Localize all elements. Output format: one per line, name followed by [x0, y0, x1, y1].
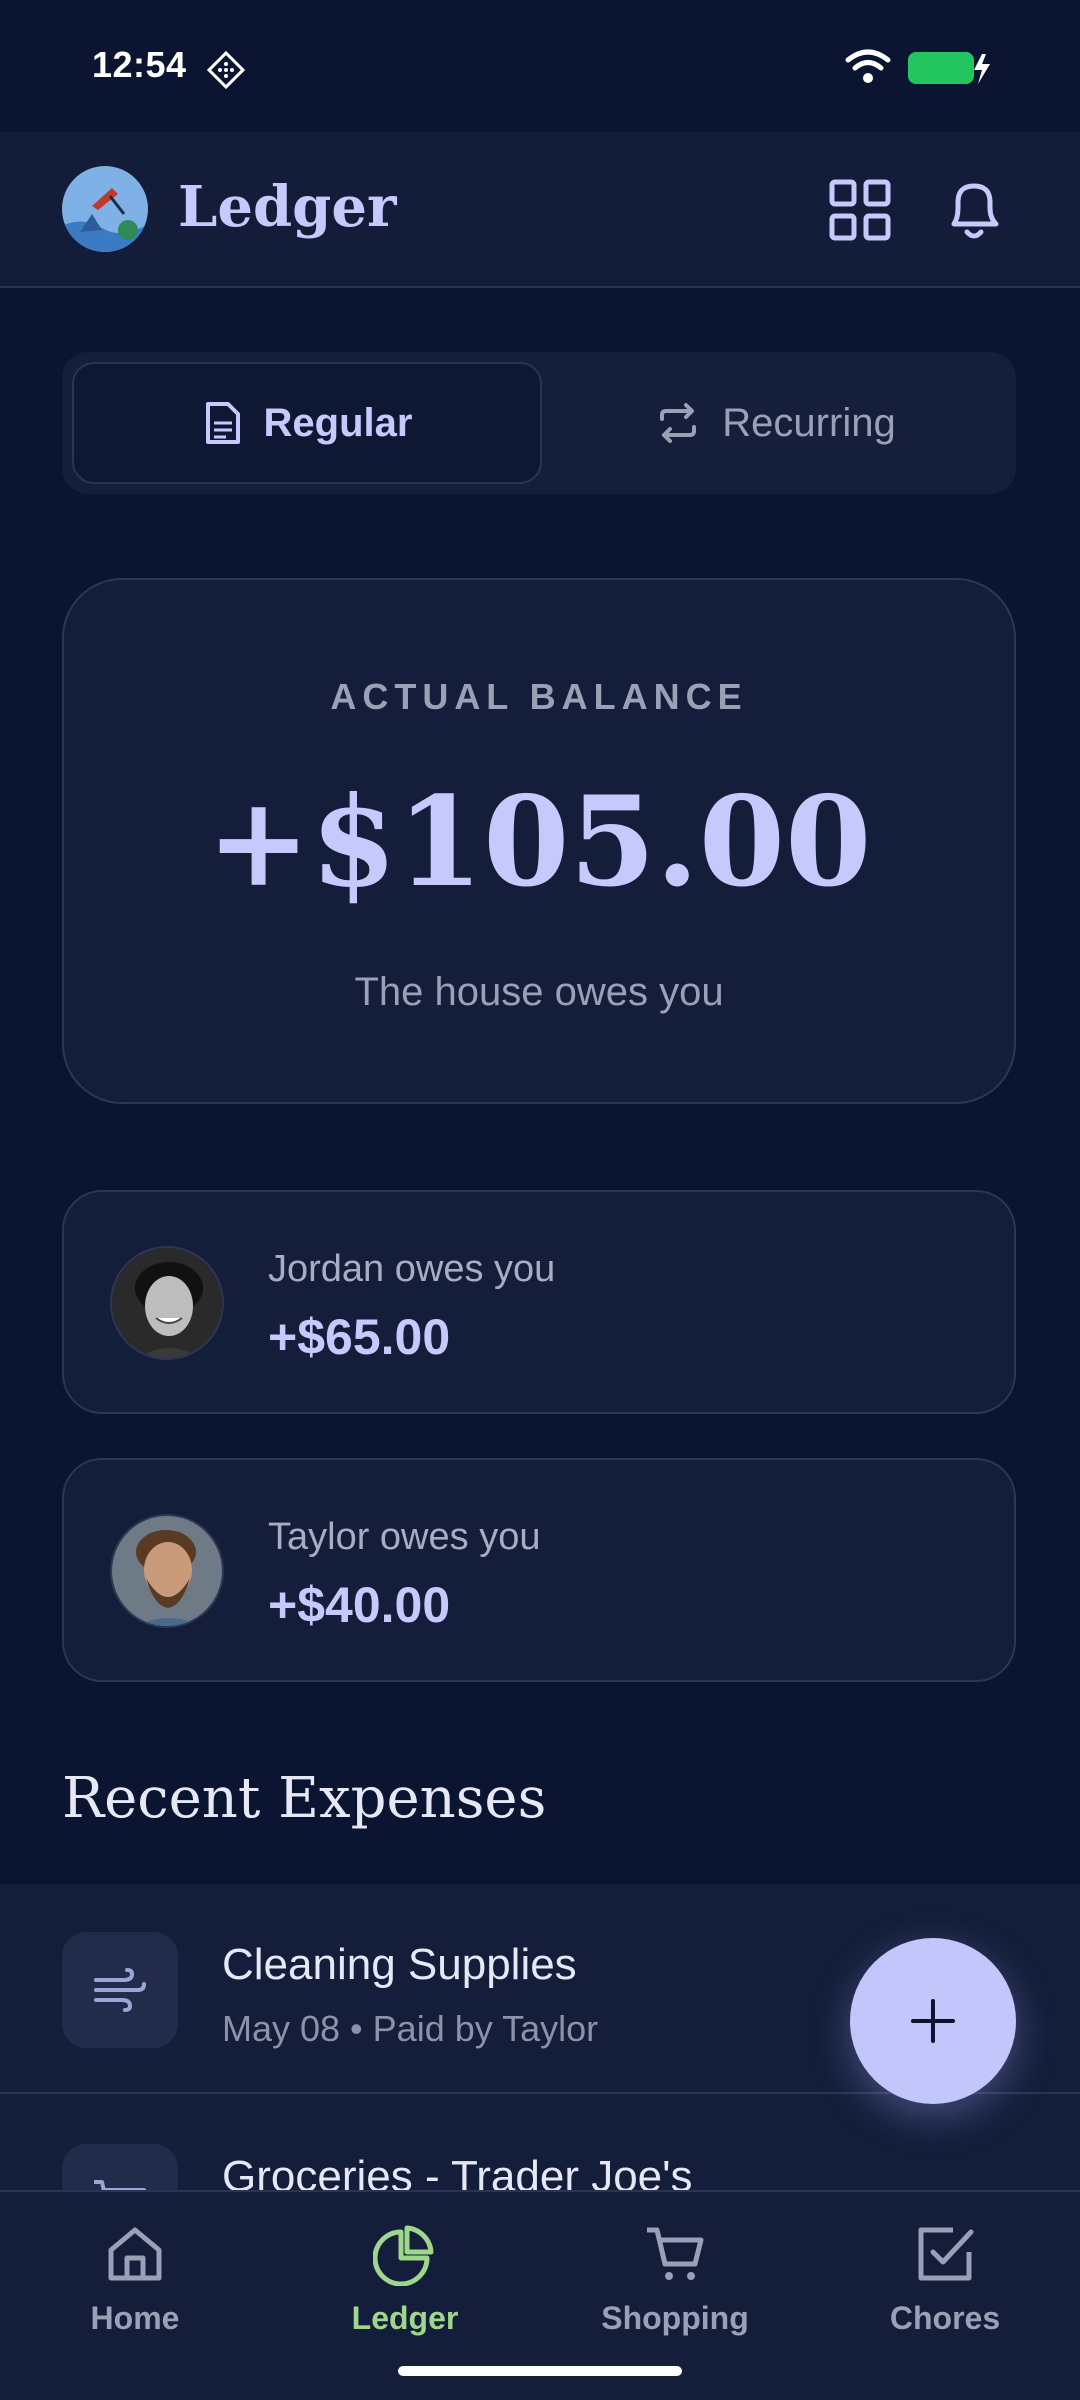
- avatar: [110, 1246, 224, 1360]
- nav-item-shopping[interactable]: Shopping: [565, 2222, 785, 2362]
- app-title: Ledger: [178, 174, 397, 240]
- tab-regular[interactable]: Regular: [72, 362, 542, 484]
- status-bar: 12:54: [0, 0, 1080, 132]
- owe-card-taylor[interactable]: Taylor owes you +$40.00: [62, 1458, 1016, 1682]
- grid-icon[interactable]: [826, 176, 894, 244]
- add-expense-button[interactable]: [850, 1938, 1016, 2104]
- cart-icon: [647, 2227, 704, 2280]
- battery-charging-icon: [908, 52, 990, 84]
- balance-amount: +$105.00: [206, 770, 872, 915]
- section-title: Recent Expenses: [62, 1766, 547, 1831]
- status-time: 12:54: [92, 44, 187, 85]
- home-icon: [108, 2227, 162, 2281]
- nav-label-shopping: Shopping: [601, 2300, 749, 2336]
- plus-icon: [911, 1999, 955, 2043]
- balance-card: ACTUAL BALANCE +$105.00 The house owes y…: [62, 578, 1016, 1104]
- tab-recurring-label: Recurring: [722, 400, 896, 445]
- nav-label-ledger: Ledger: [351, 2300, 459, 2336]
- balance-caption: The house owes you: [354, 970, 724, 1014]
- home-indicator: [398, 2366, 682, 2376]
- avatar: [110, 1514, 224, 1628]
- nav-item-chores[interactable]: Chores: [835, 2222, 1055, 2362]
- balance-label: ACTUAL BALANCE: [330, 676, 748, 717]
- owe-name: Taylor owes you: [268, 1516, 541, 1558]
- checkbox-icon: [918, 2227, 974, 2281]
- expense-meta: May 08 • Paid by Taylor: [222, 2008, 599, 2049]
- wind-icon: [62, 1932, 178, 2048]
- nav-label-chores: Chores: [889, 2300, 1001, 2336]
- list-item[interactable]: Groceries - Trader Joe's: [0, 2096, 1080, 2190]
- nav-label-home: Home: [90, 2300, 180, 2336]
- expense-title: Groceries - Trader Joe's: [222, 2152, 693, 2190]
- app-header: Ledger: [0, 132, 1080, 288]
- owe-amount: +$65.00: [268, 1309, 451, 1365]
- ledger-mode-toggle: Regular Recurring: [62, 352, 1016, 494]
- nav-item-home[interactable]: Home: [25, 2222, 245, 2362]
- nav-item-ledger[interactable]: Ledger: [295, 2222, 515, 2362]
- profile-avatar[interactable]: [62, 166, 148, 252]
- owe-card-jordan[interactable]: Jordan owes you +$65.00: [62, 1190, 1016, 1414]
- bell-icon[interactable]: [940, 174, 1008, 244]
- tab-recurring[interactable]: Recurring: [546, 362, 1006, 484]
- repeat-icon: [660, 403, 697, 443]
- wifi-icon: [845, 49, 891, 83]
- expense-title: Cleaning Supplies: [222, 1940, 577, 1989]
- owe-amount: +$40.00: [268, 1577, 451, 1633]
- diamond-icon: [206, 50, 246, 90]
- tab-regular-label: Regular: [263, 400, 413, 445]
- owe-name: Jordan owes you: [268, 1248, 556, 1290]
- cart-icon: [62, 2144, 178, 2190]
- pie-chart-icon: [373, 2225, 434, 2286]
- document-icon: [205, 402, 240, 444]
